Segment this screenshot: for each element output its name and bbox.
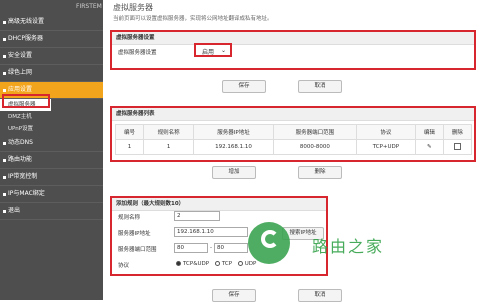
settings-save-button[interactable]: 保存: [222, 80, 266, 93]
bullet-icon: [3, 210, 6, 213]
protocol-label: 协议: [118, 263, 130, 269]
protocol-options: TCP&UDP TCP UDP: [176, 261, 256, 267]
bullet-icon: [3, 89, 6, 92]
port-range-label: 服务器端口范围: [118, 247, 157, 253]
add-button[interactable]: 增加: [212, 166, 256, 179]
page-title: 虚拟服务器: [113, 3, 153, 12]
bullet-icon: [3, 193, 6, 196]
bullet-icon: [3, 72, 6, 75]
bullet-icon: [3, 159, 6, 162]
page-description: 当前页面可以设置虚拟服务器，实现将公网地址翻译成私有地址。: [113, 16, 273, 22]
port-from-input[interactable]: 80: [174, 243, 208, 253]
settings-panel: 虚拟服务器设置: [110, 30, 476, 70]
col-no: 编号: [114, 124, 145, 140]
add-rule-header: 添加规则（最大规则数10）: [112, 198, 326, 211]
sidebar-subitem-upnp[interactable]: UPnP设置: [0, 123, 103, 135]
radio-label: TCP: [221, 261, 233, 267]
sidebar-item-label: DHCP服务器: [8, 35, 43, 42]
sidebar-item-label: 绿色上网: [8, 69, 33, 76]
sidebar-subitem-dmz[interactable]: DMZ主机: [0, 111, 103, 123]
sidebar-item-label: IP与MAC绑定: [8, 190, 45, 197]
watermark-e-icon: [261, 230, 279, 248]
rule-name-input[interactable]: 2: [174, 211, 220, 221]
settings-header: 虚拟服务器设置: [112, 32, 474, 45]
radio-label: TCP&UDP: [183, 261, 210, 267]
sidebar-item-ip-mac-binding[interactable]: IP与MAC绑定: [0, 186, 103, 203]
sidebar-item-label: 高级无线设置: [8, 18, 45, 25]
col-protocol: 协议: [355, 124, 416, 140]
add-rule-cancel-button[interactable]: 取消: [298, 289, 342, 302]
col-delete: 删除: [442, 124, 473, 140]
sidebar-item-dhcp[interactable]: DHCP服务器: [0, 31, 103, 48]
sidebar-item-label: 应用设置: [8, 86, 33, 93]
sidebar-item-green-internet[interactable]: 绿色上网: [0, 65, 103, 82]
server-ip-input[interactable]: 192.168.1.10: [174, 227, 248, 237]
cell-protocol: TCP+UDP: [355, 139, 416, 155]
cell-edit: ✎: [414, 139, 444, 155]
delete-button[interactable]: 删除: [298, 166, 342, 179]
port-to-input[interactable]: 80: [214, 243, 248, 253]
cell-name: 1: [143, 139, 195, 155]
sidebar-item-label: IP带宽控制: [8, 173, 38, 180]
selection-highlight: [2, 94, 50, 108]
port-separator: -: [210, 245, 212, 251]
sidebar-item-routing[interactable]: 路由功能: [0, 152, 103, 169]
watermark-text: 路由之家: [312, 237, 385, 256]
settings-label: 虚拟服务器设置: [118, 50, 157, 56]
col-ports: 服务器端口范围: [272, 124, 357, 140]
bullet-icon: [3, 55, 6, 58]
sidebar-item-advanced-wireless[interactable]: 高级无线设置: [0, 14, 103, 31]
delete-checkbox[interactable]: [453, 142, 461, 150]
sidebar-item-label: 退出: [8, 207, 21, 214]
chevron-down-icon: ⌄: [220, 47, 226, 54]
col-ip: 服务器IP地址: [193, 124, 274, 140]
bullet-icon: [3, 38, 6, 41]
table-row: 1 1 192.168.1.10 8000-8000 TCP+UDP ✎: [114, 139, 473, 155]
cell-delete: [442, 139, 473, 155]
brand-logo: FIRSTEM: [76, 3, 102, 10]
sidebar-item-ddns[interactable]: 动态DNS: [0, 135, 103, 152]
settings-cancel-button[interactable]: 取消: [298, 80, 342, 93]
sidebar-item-security[interactable]: 安全设置: [0, 48, 103, 65]
bullet-icon: [3, 176, 6, 179]
sidebar-item-label: 安全设置: [8, 52, 33, 59]
rule-name-label: 规则名称: [118, 215, 141, 221]
sidebar-item-bandwidth[interactable]: IP带宽控制: [0, 169, 103, 186]
server-list-table: 编号 规则名称 服务器IP地址 服务器端口范围 协议 编辑 删除 1 1 192…: [114, 124, 473, 155]
radio-tcp[interactable]: [214, 261, 220, 266]
sidebar-item-label: 路由功能: [8, 156, 33, 163]
sidebar: FIRSTEM 高级无线设置 DHCP服务器 安全设置 绿色上网 应用设置 虚拟…: [0, 0, 103, 300]
col-name: 规则名称: [143, 124, 195, 140]
select-value: 启用: [202, 49, 215, 56]
cell-no: 1: [114, 139, 145, 155]
list-header: 虚拟服务器列表: [112, 108, 474, 121]
cell-ports: 8000-8000: [272, 139, 357, 155]
sidebar-item-logout[interactable]: 退出: [0, 203, 103, 220]
col-edit: 编辑: [414, 124, 444, 140]
cell-ip: 192.168.1.10: [193, 139, 274, 155]
bullet-icon: [3, 21, 6, 24]
radio-udp[interactable]: [237, 261, 243, 266]
radio-label: UDP: [244, 261, 257, 267]
sidebar-item-label: 动态DNS: [8, 139, 33, 146]
add-rule-save-button[interactable]: 保存: [212, 289, 256, 302]
server-ip-label: 服务器IP地址: [118, 231, 151, 237]
bullet-icon: [3, 142, 6, 145]
radio-tcp-udp[interactable]: [176, 261, 181, 266]
edit-icon[interactable]: ✎: [427, 144, 432, 150]
table-header-row: 编号 规则名称 服务器IP地址 服务器端口范围 协议 编辑 删除: [114, 124, 473, 140]
enable-select[interactable]: 启用 ⌄: [194, 43, 232, 57]
